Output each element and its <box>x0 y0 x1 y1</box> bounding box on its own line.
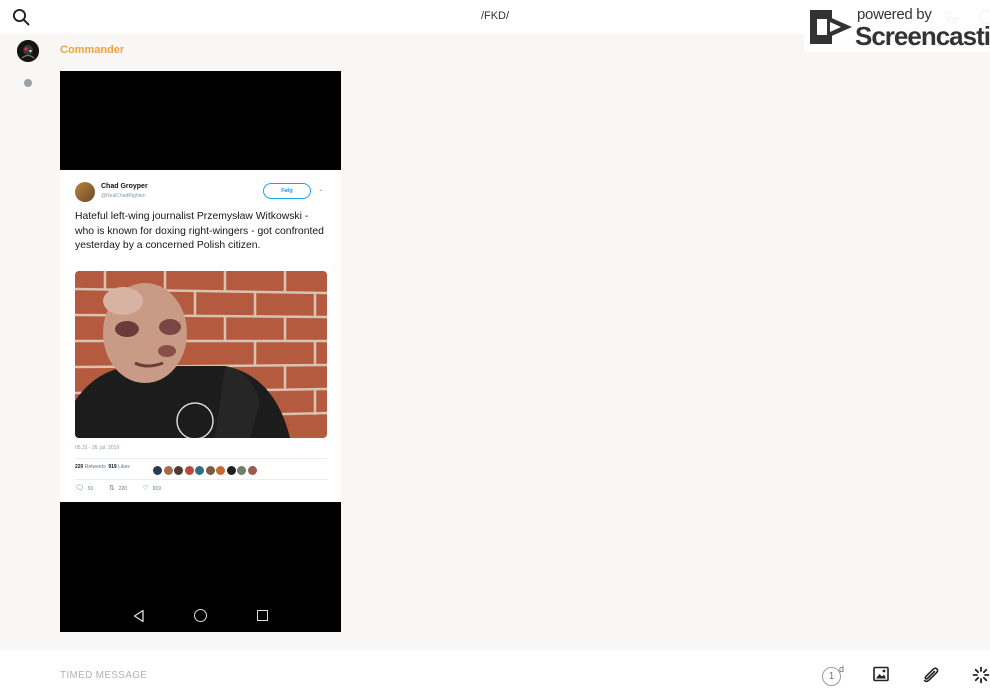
retweet-count: 220 <box>118 486 128 492</box>
retweet-action: ⇅ 220 <box>109 484 127 492</box>
divider <box>75 458 327 459</box>
reply-action: 🗨 91 <box>75 484 93 492</box>
liker-avatar <box>205 466 215 475</box>
timed-message-input[interactable] <box>60 666 760 684</box>
tweet-author-handle: @RealChadRighten <box>101 193 146 199</box>
liker-avatar <box>174 466 183 475</box>
reply-count: 91 <box>87 486 94 492</box>
chevron-down-icon: ⌄ <box>318 186 324 193</box>
like-count: 919 <box>152 486 162 492</box>
likes-count: 919 <box>108 464 117 470</box>
heart-icon: ♡ <box>142 485 149 492</box>
composer-bar: 1 d <box>0 650 990 700</box>
message-area: Commander Chad Groyper @RealChadRighten … <box>0 34 990 650</box>
tweet-text: Hateful left-wing journalist Przemysław … <box>75 211 324 251</box>
read-indicator-dot <box>24 79 32 87</box>
likes-label: Likes <box>118 464 130 470</box>
follow-button: Følg <box>263 183 311 199</box>
liker-avatar <box>237 466 246 475</box>
timer-button[interactable]: 1 d <box>822 664 844 686</box>
tweet-card: Chad Groyper @RealChadRighten Følg ⌄ Hat… <box>60 170 341 502</box>
android-nav-bar <box>60 606 341 626</box>
back-triangle-icon <box>133 609 144 623</box>
tweet-photo <box>75 271 327 438</box>
shared-screenshot[interactable]: Chad Groyper @RealChadRighten Følg ⌄ Hat… <box>60 71 341 632</box>
recents-square-icon <box>257 610 268 621</box>
liker-avatar <box>247 466 257 475</box>
retweets-count: 220 <box>75 464 84 470</box>
divider <box>75 479 327 480</box>
avatar-image <box>17 40 39 62</box>
liker-avatars <box>153 462 258 480</box>
liker-avatar <box>226 466 236 475</box>
tweet-author-avatar <box>75 182 95 202</box>
timer-unit: d <box>839 664 845 674</box>
tweet-stats: 220 Retweets 919 Likes <box>75 464 130 470</box>
sender-name: Commander <box>60 44 125 56</box>
liker-avatar <box>195 466 204 475</box>
home-circle-icon <box>194 609 207 622</box>
tweet-author-name: Chad Groyper <box>101 183 148 190</box>
tweet-actions: 🗨 91 ⇅ 220 ♡ 919 <box>75 484 175 492</box>
liker-avatar <box>184 466 194 475</box>
retweet-icon: ⇅ <box>108 485 115 492</box>
paperclip-icon[interactable] <box>922 666 940 684</box>
liker-avatar <box>216 466 225 475</box>
liker-avatar <box>163 466 173 475</box>
reply-icon: 🗨 <box>75 485 84 492</box>
loading-spinner-icon[interactable] <box>972 666 990 684</box>
tweet-date: 05.31 - 26. jul. 2019 <box>75 445 120 451</box>
like-action: ♡ 919 <box>142 484 161 492</box>
liker-avatar <box>153 466 162 475</box>
image-icon[interactable] <box>873 666 889 682</box>
sender-avatar[interactable] <box>17 40 39 62</box>
retweets-label: Retweets <box>84 464 106 470</box>
